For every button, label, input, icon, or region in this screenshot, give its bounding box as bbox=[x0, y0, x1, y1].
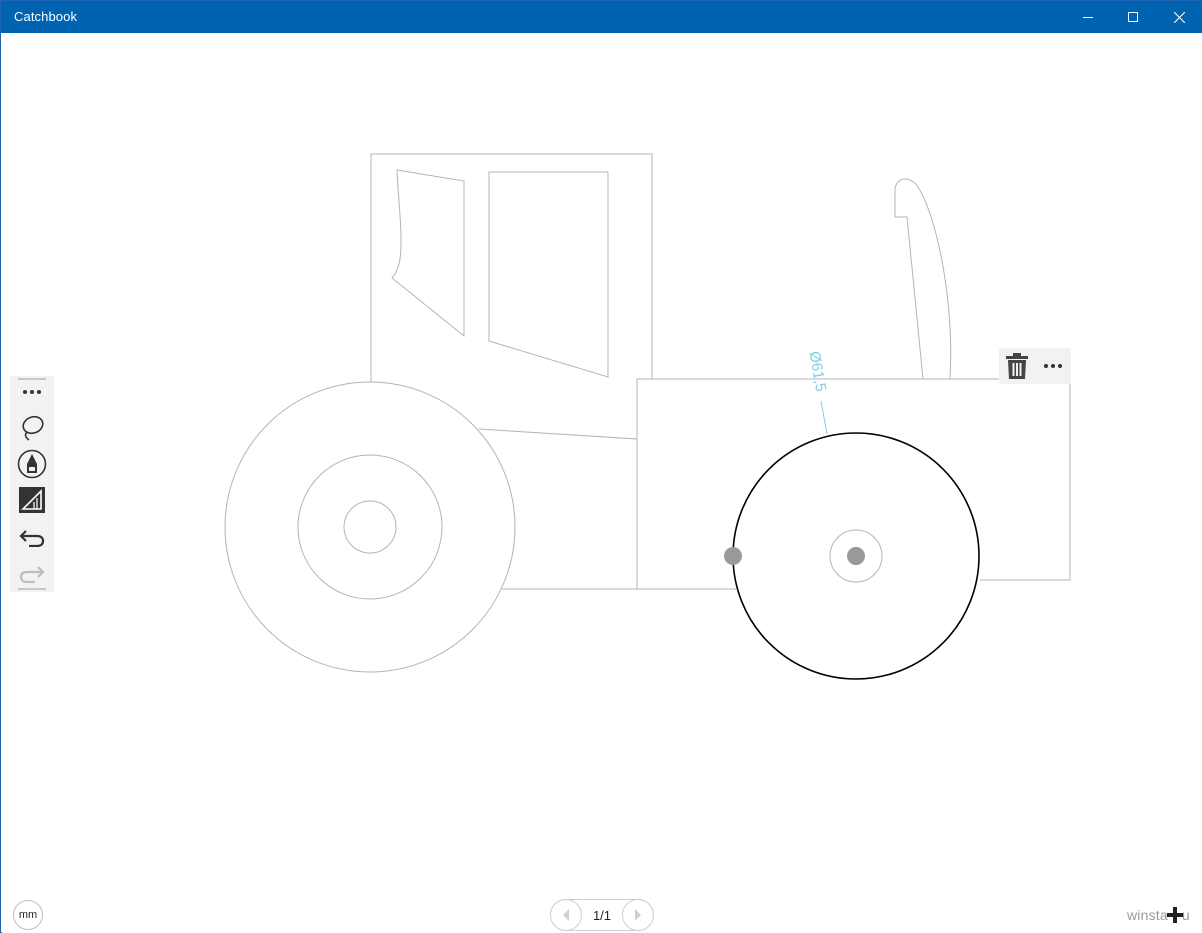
rear-wheel-hub bbox=[343, 500, 397, 554]
tool-palette bbox=[10, 376, 54, 592]
page-indicator: 1/1 bbox=[592, 908, 612, 923]
pen-tool-button[interactable] bbox=[16, 448, 48, 480]
fender-line bbox=[478, 428, 638, 440]
selection-more-button[interactable] bbox=[1037, 350, 1069, 382]
toolbar-divider bbox=[18, 588, 46, 590]
maximize-button[interactable] bbox=[1110, 1, 1156, 33]
redo-icon bbox=[19, 566, 45, 583]
rear-wheel bbox=[224, 381, 516, 673]
minimize-icon bbox=[1083, 17, 1093, 18]
selection-toolbar bbox=[999, 348, 1071, 384]
close-button[interactable] bbox=[1156, 1, 1202, 33]
chevron-left-icon bbox=[563, 909, 569, 921]
dimension-leader bbox=[820, 400, 828, 435]
lasso-icon bbox=[22, 415, 44, 441]
more-icon bbox=[1044, 364, 1062, 368]
more-tools-button[interactable] bbox=[16, 376, 48, 408]
exhaust-pipe bbox=[894, 178, 952, 380]
app-title: Catchbook bbox=[14, 9, 78, 24]
app-window: Catchbook Ø61,5 mm 1/1 winsta u bbox=[0, 0, 1202, 933]
cabin-front-window bbox=[391, 169, 465, 338]
page-navigator: 1/1 bbox=[550, 899, 654, 931]
lasso-tool-button[interactable] bbox=[16, 412, 48, 444]
maximize-icon bbox=[1128, 12, 1138, 22]
plus-icon bbox=[1167, 907, 1183, 923]
add-page-button[interactable] bbox=[1160, 900, 1190, 930]
undo-button[interactable] bbox=[16, 521, 48, 553]
unit-toggle-button[interactable]: mm bbox=[13, 900, 43, 930]
tractor-drawing bbox=[224, 153, 1071, 680]
ruler-icon bbox=[19, 487, 45, 513]
previous-page-button[interactable] bbox=[550, 899, 582, 931]
close-icon bbox=[1173, 11, 1185, 23]
radius-handle[interactable] bbox=[724, 547, 742, 565]
chevron-right-icon bbox=[635, 909, 641, 921]
minimize-button[interactable] bbox=[1065, 1, 1111, 33]
cabin-door-window bbox=[488, 171, 609, 378]
pen-icon bbox=[17, 449, 47, 479]
next-page-button[interactable] bbox=[622, 899, 654, 931]
redo-button[interactable] bbox=[16, 557, 48, 589]
undo-icon bbox=[19, 530, 45, 547]
title-bar[interactable]: Catchbook bbox=[1, 1, 1202, 33]
delete-button[interactable] bbox=[1001, 350, 1033, 382]
more-icon bbox=[23, 390, 41, 394]
rear-wheel-rim bbox=[297, 454, 443, 600]
unit-label: mm bbox=[18, 909, 38, 921]
center-handle[interactable] bbox=[847, 547, 865, 565]
ruler-tool-button[interactable] bbox=[16, 484, 48, 516]
drawing-canvas[interactable] bbox=[2, 33, 1202, 933]
trash-icon bbox=[1006, 353, 1028, 379]
